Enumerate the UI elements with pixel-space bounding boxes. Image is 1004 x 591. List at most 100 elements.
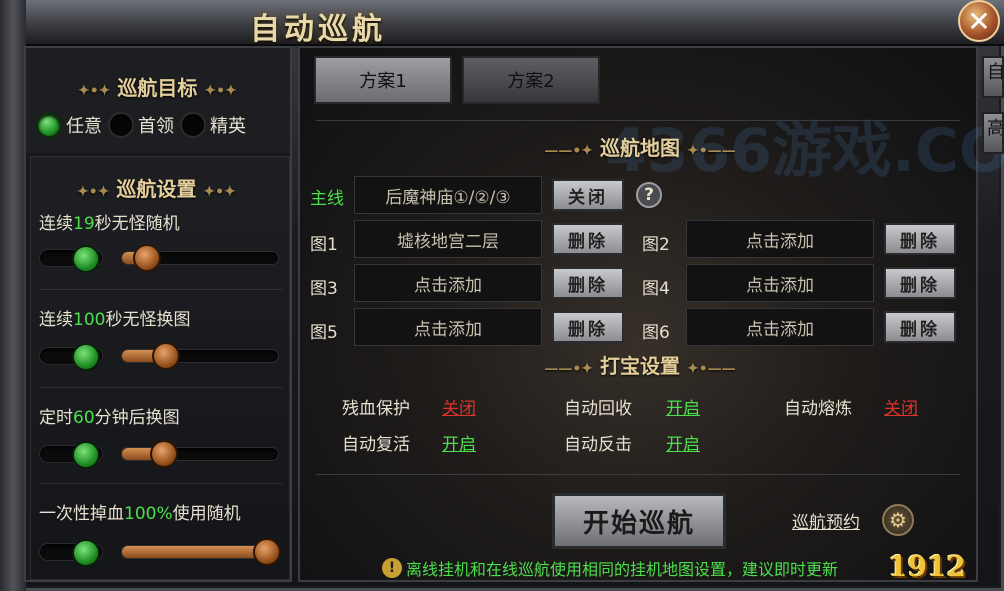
setting-suffix: 使用随机 — [172, 504, 241, 524]
main-route-close-button[interactable]: 关闭 — [552, 179, 624, 211]
map-label-2: 图2 — [642, 235, 670, 255]
cruise-reserve-link[interactable]: 巡航预约 — [792, 508, 860, 533]
map-title: ——•✦ 巡航地图 ✦•—— — [544, 136, 736, 160]
setting-label-4: 一次性掉血100%使用随机 — [39, 499, 241, 524]
divider — [39, 289, 283, 290]
toggle-knob-icon — [72, 539, 100, 567]
divider — [39, 483, 283, 484]
gear-icon[interactable]: ⚙ — [882, 504, 914, 536]
setting-label-2: 连续100秒无怪换图 — [39, 305, 190, 330]
target-title-text: 巡航目标 — [117, 76, 198, 100]
map-delete-button-2[interactable]: 删除 — [884, 223, 956, 255]
divider — [316, 120, 960, 121]
loot-option-toggle-auto-counter[interactable]: 开启 — [666, 430, 700, 455]
setting-slider-1[interactable] — [121, 244, 279, 272]
setting-prefix: 连续 — [39, 214, 73, 234]
map-label-4: 图4 — [642, 279, 670, 299]
setting-value: 60 — [73, 408, 95, 428]
settings-title-text: 巡航设置 — [116, 177, 197, 201]
settings-section: ✦•✦ 巡航设置 ✦•✦ 连续19秒无怪随机 连续100秒无怪换图 定时60分钟… — [30, 156, 290, 580]
map-field-5[interactable]: 点击添加 — [354, 308, 542, 346]
slider-thumb[interactable] — [253, 538, 282, 566]
main-route-field[interactable]: 后魔神庙①/②/③ — [354, 176, 542, 214]
setting-prefix: 连续 — [39, 310, 73, 330]
map-field-6[interactable]: 点击添加 — [686, 308, 874, 346]
target-section: ✦•✦ 巡航目标 ✦•✦ 任意 首领 精英 — [26, 48, 290, 153]
setting-slider-2[interactable] — [121, 342, 279, 370]
left-panel: ✦•✦ 巡航目标 ✦•✦ 任意 首领 精英 ✦•✦ 巡航设置 ✦•✦ 连续19秒… — [24, 46, 292, 582]
start-cruise-button[interactable]: 开始巡航 — [552, 493, 726, 549]
target-radio-any[interactable]: 任意 — [36, 112, 102, 138]
toggle-knob-icon — [72, 245, 100, 273]
slider-fill — [122, 546, 268, 558]
warning-icon: ! — [382, 558, 402, 578]
radio-dot-icon — [180, 112, 206, 138]
setting-slider-3[interactable] — [121, 440, 279, 468]
map-field-1[interactable]: 墟核地宫二层 — [354, 220, 542, 258]
setting-suffix: 秒无怪换图 — [105, 310, 191, 330]
loot-option-label: 自动反击 — [564, 435, 632, 455]
map-label-5: 图5 — [310, 323, 338, 343]
map-delete-button-6[interactable]: 删除 — [884, 311, 956, 343]
window-title: 自动巡航 — [250, 12, 386, 47]
right-panel: 4366游戏.COM 方案1 方案2 ——•✦ 巡航地图 ✦•—— 主线 后魔神… — [298, 46, 1004, 582]
radio-label: 精英 — [210, 116, 246, 137]
settings-title: ✦•✦ 巡航设置 ✦•✦ — [77, 177, 236, 201]
radio-label: 首领 — [138, 116, 174, 137]
setting-value: 100% — [124, 504, 173, 524]
target-radio-boss[interactable]: 首领 — [108, 112, 174, 138]
setting-toggle-3[interactable] — [39, 441, 103, 469]
main-route-label: 主线 — [310, 189, 344, 209]
notice-text: ! 离线挂机和在线巡航使用相同的挂机地图设置，建议即时更新 — [382, 556, 838, 580]
setting-toggle-4[interactable] — [39, 539, 103, 567]
setting-suffix: 秒无怪随机 — [94, 214, 180, 234]
slider-thumb[interactable] — [151, 342, 180, 370]
map-title-text: 巡航地图 — [600, 136, 680, 160]
setting-value: 100 — [73, 310, 106, 330]
setting-value: 19 — [73, 214, 95, 234]
tab-plan-2[interactable]: 方案2 — [462, 56, 600, 104]
radio-dot-icon — [36, 112, 62, 138]
close-button[interactable]: ✕ — [958, 0, 1000, 42]
setting-label-1: 连续19秒无怪随机 — [39, 209, 180, 234]
target-radio-group: 任意 首领 精英 — [36, 112, 246, 138]
map-field-2[interactable]: 点击添加 — [686, 220, 874, 258]
loot-option-toggle-auto-recycle[interactable]: 开启 — [666, 394, 700, 419]
radio-label: 任意 — [66, 116, 102, 137]
slider-thumb[interactable] — [132, 244, 161, 272]
loot-option-label: 自动熔炼 — [784, 399, 852, 419]
map-field-3[interactable]: 点击添加 — [354, 264, 542, 302]
loot-option-toggle-auto-smelt[interactable]: 关闭 — [884, 394, 918, 419]
title-bar — [0, 0, 1004, 46]
setting-toggle-2[interactable] — [39, 343, 103, 371]
divider — [316, 474, 960, 475]
target-title: ✦•✦ 巡航目标 ✦•✦ — [78, 76, 237, 100]
target-radio-elite[interactable]: 精英 — [180, 112, 246, 138]
loot-title-text: 打宝设置 — [600, 354, 680, 378]
setting-toggle-1[interactable] — [39, 245, 103, 273]
setting-prefix: 定时 — [39, 408, 73, 428]
map-delete-button-3[interactable]: 删除 — [552, 267, 624, 299]
toggle-knob-icon — [72, 343, 100, 371]
map-label-1: 图1 — [310, 235, 338, 255]
setting-suffix: 分钟后换图 — [94, 408, 180, 428]
toggle-knob-icon — [72, 441, 100, 469]
slider-thumb[interactable] — [150, 440, 179, 468]
divider — [39, 387, 283, 388]
map-delete-button-1[interactable]: 删除 — [552, 223, 624, 255]
tab-plan-1[interactable]: 方案1 — [314, 56, 452, 104]
setting-slider-4[interactable] — [121, 538, 282, 566]
map-delete-button-5[interactable]: 删除 — [552, 311, 624, 343]
setting-prefix: 一次性掉血 — [39, 504, 124, 524]
side-tab-2[interactable]: 高 — [982, 112, 1004, 154]
radio-dot-icon — [108, 112, 134, 138]
loot-option-toggle-auto-revive[interactable]: 开启 — [442, 430, 476, 455]
loot-option-toggle-hp-protect[interactable]: 关闭 — [442, 394, 476, 419]
map-label-3: 图3 — [310, 279, 338, 299]
map-field-4[interactable]: 点击添加 — [686, 264, 874, 302]
map-delete-button-4[interactable]: 删除 — [884, 267, 956, 299]
setting-label-3: 定时60分钟后换图 — [39, 403, 180, 428]
side-tab-1[interactable]: 自 — [982, 56, 1004, 98]
left-ornament — [0, 0, 26, 591]
help-icon[interactable]: ? — [636, 182, 662, 208]
